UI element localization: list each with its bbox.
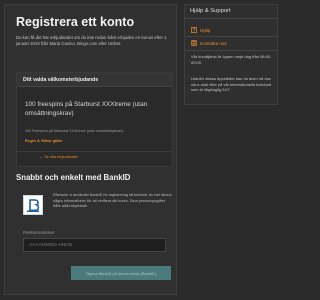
intro-text: Du kan få det här erbjudandet om du inte… bbox=[16, 35, 167, 47]
support-hours-text: Vår kundtjänst är öppen varje dag från 0… bbox=[191, 54, 272, 65]
terms-link[interactable]: Regler & Villkor gäller bbox=[25, 139, 62, 143]
offer-header: Ditt valda välkomsterbjudande bbox=[17, 73, 172, 87]
sidebar-item-label: Kontakta oss bbox=[200, 40, 227, 46]
chevron-down-icon: ⌄ bbox=[39, 154, 43, 159]
bankid-title: Snabbt och enkelt med BankID bbox=[16, 173, 131, 182]
offer-fine-print: 100 Freespins på Starburst XXXtreme (uta… bbox=[25, 129, 125, 133]
sidebar-item-help[interactable]: Hjälp bbox=[191, 27, 210, 33]
personal-number-field[interactable] bbox=[23, 238, 166, 252]
page-title: Registrera ett konto bbox=[16, 15, 135, 29]
offer-text: 100 freespins på Starburst XXXtreme (uta… bbox=[25, 101, 148, 117]
help-icon bbox=[191, 27, 197, 33]
bankid-logo-icon bbox=[23, 195, 43, 215]
welcome-offer-card: Ditt valda välkomsterbjudande 100 freesp… bbox=[16, 72, 173, 167]
personal-number-label: Personnummer bbox=[23, 230, 55, 235]
open-bankid-button[interactable]: Öppna BankID på denna enhet (BankID) bbox=[71, 266, 171, 280]
support-extra-text: Utanför dessa öppettider kan du även nå … bbox=[191, 76, 271, 93]
sidebar-item-contact[interactable]: Kontakta oss bbox=[191, 40, 227, 46]
sidebar-title: Hjälp & Support bbox=[185, 5, 277, 19]
contact-icon bbox=[191, 40, 197, 46]
offer-divider bbox=[17, 151, 172, 152]
all-offers-label: Se alla erbjudanden bbox=[44, 155, 79, 159]
registration-panel: Registrera ett konto Du kan få det här e… bbox=[4, 4, 177, 295]
divider bbox=[185, 36, 277, 37]
bankid-description: Eftersom vi använder BankID för registre… bbox=[53, 193, 172, 209]
sidebar-item-label: Hjälp bbox=[200, 27, 211, 33]
divider bbox=[185, 50, 277, 51]
help-support-panel: Hjälp & Support Hjälp Kontakta oss Vår k… bbox=[184, 4, 278, 105]
all-offers-link[interactable]: ⌄ Se alla erbjudanden bbox=[39, 154, 79, 160]
